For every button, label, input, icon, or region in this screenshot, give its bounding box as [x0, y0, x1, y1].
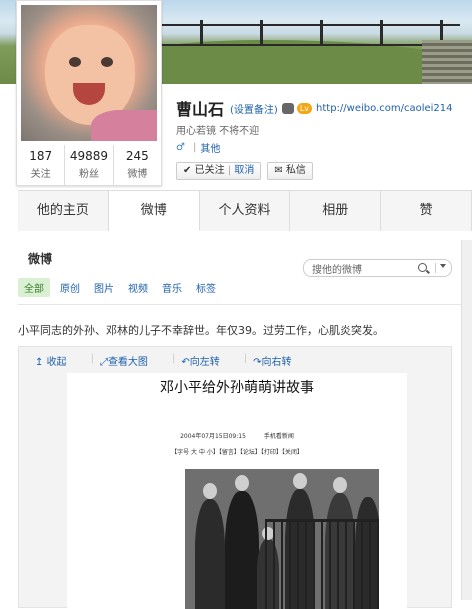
tab-likes[interactable]: 赞 [381, 191, 472, 231]
message-button[interactable]: ✉ 私信 [267, 162, 313, 180]
check-icon: ✔ [183, 165, 192, 176]
tab-weibo[interactable]: 微博 [108, 191, 200, 231]
image-dateline: 2004年07月15日09:15 手机看新闻 [180, 433, 294, 440]
feed-search-input[interactable]: 搜他的微博 [303, 259, 452, 277]
stat-following[interactable]: 187 关注 [17, 145, 66, 185]
post-image[interactable]: 邓小平给外孙萌萌讲故事 2004年07月15日09:15 手机看新闻 【字号 大… [67, 373, 407, 609]
image-headline: 邓小平给外孙萌萌讲故事 [160, 380, 314, 396]
image-toolbar-text: 【字号 大 中 小】【留言】【论坛】【打印】【关闭】 [171, 449, 303, 456]
stat-followers[interactable]: 49889 粉丝 [65, 145, 114, 185]
profile-name-row: 曹山石 (设置备注) Lv http://weibo.com/caolei214 [176, 96, 453, 120]
feed-filters: 全部 原创 图片 视频 音乐 标签 [18, 278, 230, 297]
collapse-link[interactable]: ↥ 收起 [35, 353, 79, 368]
level-badge[interactable]: Lv [296, 102, 313, 114]
avatar-card: 187 关注 49889 粉丝 245 微博 [16, 0, 162, 186]
unfollow-link[interactable]: 取消 [234, 165, 254, 176]
profile-meta: ♂ | 其他 [176, 140, 221, 155]
filter-music[interactable]: 音乐 [162, 280, 182, 295]
post-text: 小平同志的外孙、邓林的儿子不幸辞世。年仅39。过劳工作，心肌炎突发。 [18, 324, 384, 337]
picture-toolbar: ↥ 收起 | ⤢查看大图 | ↶向左转 | ↷向右转 [35, 353, 315, 368]
follow-status-button[interactable]: ✔ 已关注 | 取消 [176, 162, 262, 180]
profile-name: 曹山石 [176, 100, 225, 119]
profile-stats: 187 关注 49889 粉丝 245 微博 [17, 145, 161, 185]
filter-video[interactable]: 视频 [128, 280, 148, 295]
avatar[interactable] [21, 5, 157, 141]
set-remark-link[interactable]: (设置备注) [230, 101, 278, 116]
rotate-left-link[interactable]: ↶向左转 [181, 353, 231, 368]
mail-icon: ✉ [274, 165, 283, 176]
profile-intro: 用心若镜 不将不迎 [176, 126, 260, 137]
action-buttons: ✔ 已关注 | 取消 ✉ 私信 [176, 162, 319, 180]
verified-icon [281, 102, 294, 114]
other-info-link[interactable]: 其他 [200, 140, 220, 155]
feed-title: 微博 [28, 252, 53, 266]
scrollbar[interactable] [461, 240, 472, 600]
news-photo [185, 469, 379, 609]
post-picture-box: ↥ 收起 | ⤢查看大图 | ↶向左转 | ↷向右转 邓小平给外孙萌萌讲故事 2… [18, 346, 452, 609]
chevron-down-icon[interactable] [440, 264, 446, 268]
view-large-link[interactable]: ⤢查看大图 [100, 353, 160, 368]
tab-album[interactable]: 相册 [290, 191, 382, 231]
filter-original[interactable]: 原创 [60, 280, 80, 295]
tab-profile[interactable]: 个人资料 [200, 191, 291, 231]
divider [18, 304, 462, 305]
filter-pictures[interactable]: 图片 [94, 280, 114, 295]
filter-all[interactable]: 全部 [18, 278, 50, 297]
tab-home[interactable]: 他的主页 [18, 191, 109, 231]
male-icon: ♂ [176, 142, 185, 153]
rotate-right-link[interactable]: ↷向右转 [253, 353, 303, 368]
profile-tabs: 他的主页 微博 个人资料 相册 赞 [18, 190, 472, 231]
profile-url[interactable]: http://weibo.com/caolei214 [316, 103, 452, 114]
stat-posts[interactable]: 245 微博 [114, 145, 161, 185]
filter-tags[interactable]: 标签 [196, 280, 216, 295]
search-icon[interactable] [418, 263, 427, 272]
